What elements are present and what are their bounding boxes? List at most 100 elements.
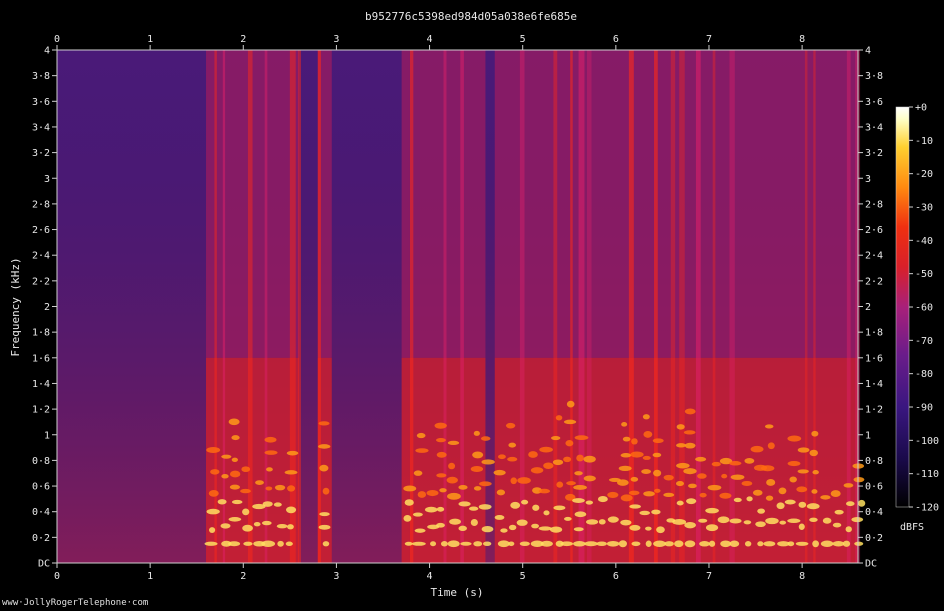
energy-stripe <box>214 50 217 563</box>
harmonic-blob <box>822 517 832 524</box>
harmonic-blob <box>573 527 584 532</box>
harmonic-blob <box>517 477 531 484</box>
harmonic-blob <box>812 540 819 548</box>
harmonic-blob <box>204 541 218 546</box>
harmonic-blob <box>729 461 742 466</box>
harmonic-blob <box>481 525 494 533</box>
colorbar-tick-label: -80 <box>915 369 933 380</box>
harmonic-blob <box>266 467 273 472</box>
y-tick-right-label: 0·6 <box>865 482 883 493</box>
harmonic-blob <box>663 474 674 481</box>
y-tick-right-label: 3·8 <box>865 71 883 82</box>
harmonic-blob <box>565 440 574 447</box>
harmonic-blob <box>618 465 632 472</box>
x-tick-top-label: 3 <box>333 34 339 45</box>
harmonic-blob <box>448 462 456 470</box>
harmonic-blob <box>241 466 251 473</box>
x-tick-bottom-label: 5 <box>520 571 526 582</box>
harmonic-blob <box>787 435 802 442</box>
colorbar-tick-label: -30 <box>915 203 933 214</box>
harmonic-blob <box>617 479 629 486</box>
colorbar: +0 -10 -20 -30 -40 -50 -60 -70 -80 -90 -100 -110 -12… <box>895 103 939 533</box>
y-tick-left-label: 2·6 <box>32 225 50 236</box>
harmonic-blob <box>752 489 763 496</box>
x-tick-bottom-label: 2 <box>240 571 246 582</box>
harmonic-blob <box>508 541 515 547</box>
harmonic-blob <box>750 445 764 453</box>
y-tick-right-label: 1·2 <box>865 405 883 416</box>
harmonic-blob <box>730 474 745 480</box>
harmonic-blob <box>622 436 631 442</box>
energy-stripe <box>519 50 525 563</box>
harmonic-blob <box>607 516 619 523</box>
colorbar-tick-label: -20 <box>915 169 933 180</box>
harmonic-blob <box>630 451 644 458</box>
harmonic-blob <box>206 508 220 515</box>
harmonic-blob <box>778 487 787 495</box>
colorbar-tick-label: -10 <box>915 136 933 147</box>
harmonic-blob <box>717 516 730 524</box>
harmonic-blob <box>766 479 776 486</box>
harmonic-blob <box>583 455 596 463</box>
harmonic-blob <box>480 436 491 441</box>
harmonic-blob <box>217 499 227 505</box>
harmonic-blob <box>261 520 272 526</box>
y-tick-right-label: 0·8 <box>865 456 883 467</box>
harmonic-blob <box>439 488 447 493</box>
harmonic-blob <box>412 512 423 517</box>
y-tick-right-label: 2 <box>865 302 871 313</box>
harmonic-blob <box>287 524 294 530</box>
colorbar-tick-label: -110 <box>915 469 939 480</box>
harmonic-blob <box>653 540 667 547</box>
segment-upper-energy <box>206 50 300 358</box>
energy-stripe <box>298 50 301 563</box>
harmonic-blob <box>220 523 231 529</box>
harmonic-blob <box>746 496 753 502</box>
harmonic-blob <box>639 510 651 516</box>
y-tick-right-label: 2·8 <box>865 199 883 210</box>
harmonic-blob <box>528 451 538 458</box>
harmonic-blob <box>684 408 696 415</box>
harmonic-blob <box>672 518 687 525</box>
harmonic-blob <box>417 491 427 498</box>
y-tick-left-label: 0·2 <box>32 533 50 544</box>
plot-area <box>56 49 866 564</box>
harmonic-blob <box>458 484 468 490</box>
harmonic-blob <box>798 501 807 508</box>
harmonic-blob <box>620 494 633 502</box>
y-tick-left-label: DC <box>38 559 50 570</box>
harmonic-blob <box>449 518 461 525</box>
harmonic-blob <box>556 481 564 488</box>
harmonic-blob <box>796 486 808 493</box>
harmonic-blob <box>273 502 282 507</box>
segment-lower-energy <box>494 357 858 563</box>
y-tick-left-label: 0·6 <box>32 482 50 493</box>
harmonic-blob <box>641 469 652 474</box>
harmonic-blob <box>695 456 707 462</box>
harmonic-blob <box>652 438 664 444</box>
harmonic-blob <box>697 473 707 479</box>
harmonic-blob <box>629 524 641 531</box>
harmonic-blob <box>574 435 589 441</box>
harmonic-blob <box>521 499 529 505</box>
harmonic-blob <box>436 506 445 512</box>
harmonic-blob <box>812 470 819 475</box>
harmonic-blob <box>698 518 708 523</box>
harmonic-blob <box>787 518 801 523</box>
harmonic-blob <box>538 488 551 494</box>
harmonic-blob <box>820 540 834 548</box>
harmonic-blob <box>652 452 662 458</box>
harmonic-blob <box>411 541 426 546</box>
harmonic-blob <box>447 540 460 548</box>
harmonic-blob <box>424 506 438 513</box>
harmonic-blob <box>645 526 652 531</box>
harmonic-blob <box>618 540 627 548</box>
harmonic-blob <box>539 446 553 453</box>
harmonic-blob <box>729 540 740 547</box>
harmonic-blob <box>229 484 240 490</box>
harmonic-blob <box>478 504 492 510</box>
harmonic-blob <box>686 498 697 505</box>
harmonic-blob <box>551 436 561 441</box>
colorbar-tick-label: -60 <box>915 303 933 314</box>
harmonic-blob <box>585 500 594 505</box>
